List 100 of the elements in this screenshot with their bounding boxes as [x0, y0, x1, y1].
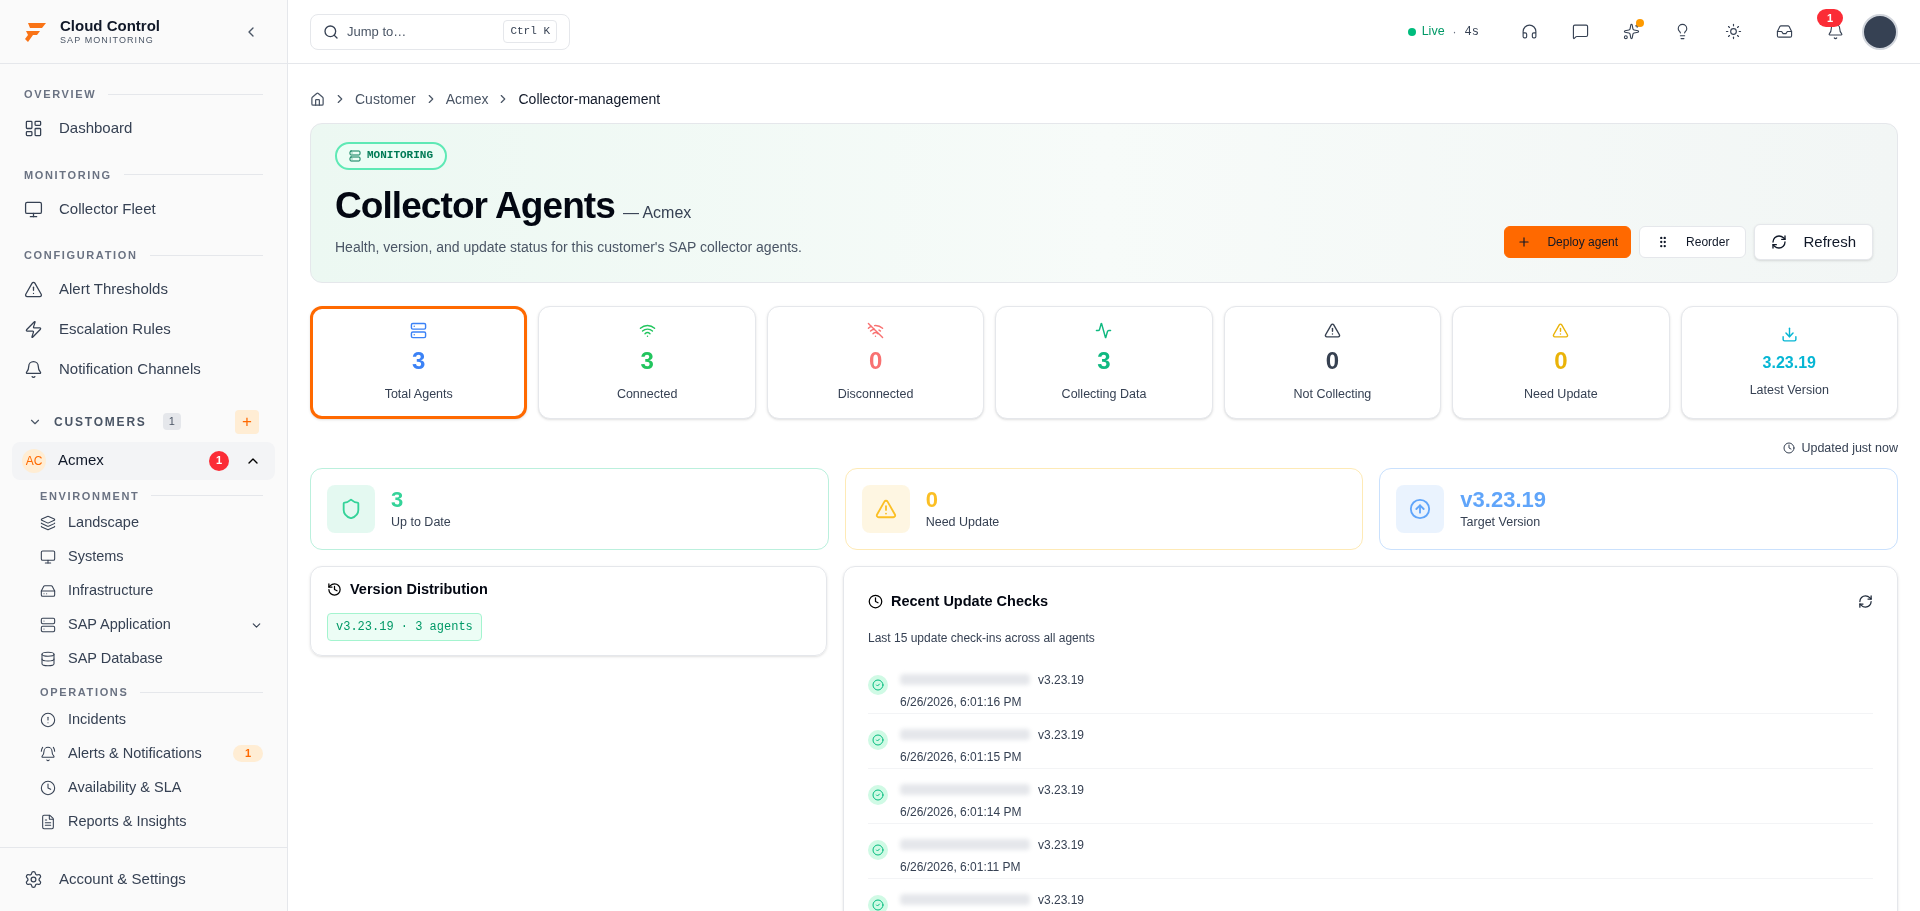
- nav-item[interactable]: Landscape: [0, 506, 287, 540]
- stat-value: 0: [868, 345, 883, 376]
- check-time: 6/26/2026, 6:01:16 PM: [900, 693, 1023, 711]
- nav-label: Alerts & Notifications: [68, 743, 203, 763]
- page-subtitle: — Acmex: [622, 202, 692, 223]
- stat-card[interactable]: 3 Collecting Data: [995, 306, 1213, 419]
- live-age: 4s: [1464, 23, 1479, 41]
- summary-value: 0: [925, 485, 939, 514]
- customer-name: Acmex: [58, 450, 105, 471]
- stat-label: Total Agents: [384, 385, 453, 403]
- nav-label: Landscape: [68, 513, 140, 533]
- warning-icon: [1323, 321, 1341, 339]
- plus-icon: [1517, 235, 1532, 249]
- nav-item[interactable]: SAP Application: [0, 608, 287, 642]
- drive-icon: [40, 583, 56, 599]
- search-input[interactable]: Jump to…: [347, 21, 496, 42]
- server-icon: [349, 149, 361, 162]
- stat-card[interactable]: 0 Need Update: [1452, 306, 1670, 419]
- customers-toggle[interactable]: CUSTOMERS: [28, 412, 147, 431]
- summary-value: v3.23.19: [1460, 485, 1546, 514]
- bell-icon: [40, 745, 56, 762]
- nav-item[interactable]: Incidents: [0, 702, 287, 737]
- stat-card[interactable]: 0 Not Collecting: [1223, 306, 1442, 419]
- search-field[interactable]: Jump to… Ctrl K: [310, 13, 570, 50]
- agent-version: v3.23.19: [1038, 836, 1085, 854]
- breadcrumb-link[interactable]: Acmex: [445, 88, 489, 110]
- nav-item[interactable]: Systems: [0, 540, 287, 574]
- breadcrumb-link[interactable]: Customer: [355, 88, 416, 110]
- monitoring-tag: MONITORING: [335, 141, 447, 170]
- nav-item[interactable]: Escalation Rules: [0, 309, 287, 350]
- database-icon: [40, 651, 56, 667]
- layers-icon: [40, 515, 56, 531]
- nav-item[interactable]: Notification Channels: [0, 349, 287, 390]
- stat-label: Not Collecting: [1293, 385, 1372, 403]
- refresh-icon: [1771, 234, 1788, 250]
- sparkles-button[interactable]: [1621, 21, 1642, 42]
- brand-subtitle: SAP MONITORING: [60, 35, 155, 47]
- stat-value: 0: [1325, 345, 1340, 376]
- shortcut-key: Ctrl K: [503, 20, 557, 43]
- warning-icon: [1552, 321, 1570, 339]
- search-icon: [323, 23, 339, 40]
- warning-icon: [24, 280, 43, 299]
- stat-value: 3: [640, 345, 654, 376]
- card-title: Recent Update Checks: [891, 591, 1050, 611]
- document-icon: [40, 813, 56, 830]
- logo-icon: [24, 20, 48, 43]
- page-title: Collector Agents: [335, 183, 615, 228]
- section-title: MONITORING: [24, 167, 112, 183]
- section-title: OVERVIEW: [24, 87, 97, 102]
- agent-version: v3.23.19: [1038, 671, 1085, 689]
- stat-value: 3.23.19: [1762, 352, 1816, 373]
- stat-card[interactable]: 0 Disconnected: [766, 306, 985, 419]
- nav-item[interactable]: SAP Database: [0, 642, 287, 676]
- user-avatar[interactable]: [1862, 13, 1898, 50]
- updated-status: Updated just now: [1783, 439, 1898, 458]
- nav-label: Incidents: [68, 709, 128, 729]
- headset-button[interactable]: [1519, 21, 1540, 42]
- nav-item[interactable]: Availability & SLA: [0, 770, 287, 805]
- header-button[interactable]: Reorder: [1639, 226, 1747, 258]
- breadcrumb-link[interactable]: Collector-management: [518, 88, 661, 110]
- stat-card[interactable]: 3 Connected: [538, 306, 756, 419]
- clock-icon: [1783, 442, 1796, 455]
- clock-icon: [40, 779, 56, 796]
- nav-label: Systems: [68, 547, 125, 567]
- alert-circle-icon: [40, 711, 56, 728]
- clock-icon: [868, 594, 883, 610]
- count-badge: 1: [162, 413, 181, 430]
- stat-card[interactable]: 3.23.19 Latest Version: [1680, 306, 1898, 419]
- summary-label: Need Update: [925, 514, 1000, 532]
- separator: ·: [1452, 23, 1457, 41]
- nav-item[interactable]: Alert Thresholds: [0, 269, 287, 310]
- stat-label: Connected: [616, 385, 678, 403]
- wifi-off-icon: [867, 321, 885, 339]
- nav-item[interactable]: Collector Fleet: [0, 189, 287, 229]
- refresh-button[interactable]: [1858, 594, 1873, 610]
- live-label: Live: [1421, 23, 1445, 41]
- nav-label: SAP Application: [68, 615, 172, 635]
- stat-label: Need Update: [1524, 385, 1598, 403]
- section-title: OPERATIONS: [40, 685, 129, 700]
- nav-item[interactable]: Infrastructure: [0, 574, 287, 608]
- card-title: Version Distribution: [350, 579, 488, 599]
- nav-label: Availability & SLA: [68, 777, 183, 797]
- check-time: 6/26/2026, 6:01:14 PM: [900, 803, 1023, 821]
- stat-label: Latest Version: [1749, 381, 1829, 399]
- notification-badge: 1: [1817, 9, 1844, 27]
- stat-card[interactable]: 3 Total Agents: [310, 306, 528, 419]
- header-button[interactable]: Refresh: [1754, 224, 1873, 260]
- bell-icon: [24, 360, 43, 379]
- nav-item[interactable]: Reports & Insights: [0, 804, 287, 839]
- monitor-icon: [40, 549, 56, 565]
- sun-button[interactable]: [1723, 21, 1744, 42]
- message-button[interactable]: [1570, 21, 1591, 42]
- nav-item[interactable]: Dashboard: [0, 108, 287, 149]
- account-settings-link[interactable]: Account & Settings: [24, 868, 186, 891]
- header-button[interactable]: Deploy agent: [1504, 226, 1632, 258]
- monitor-icon: [24, 199, 43, 219]
- stat-label: Disconnected: [837, 385, 914, 403]
- home-icon[interactable]: [310, 91, 325, 107]
- customer-item[interactable]: AC Acmex 1: [12, 441, 275, 480]
- nav-item[interactable]: Alerts & Notifications 1: [0, 736, 287, 771]
